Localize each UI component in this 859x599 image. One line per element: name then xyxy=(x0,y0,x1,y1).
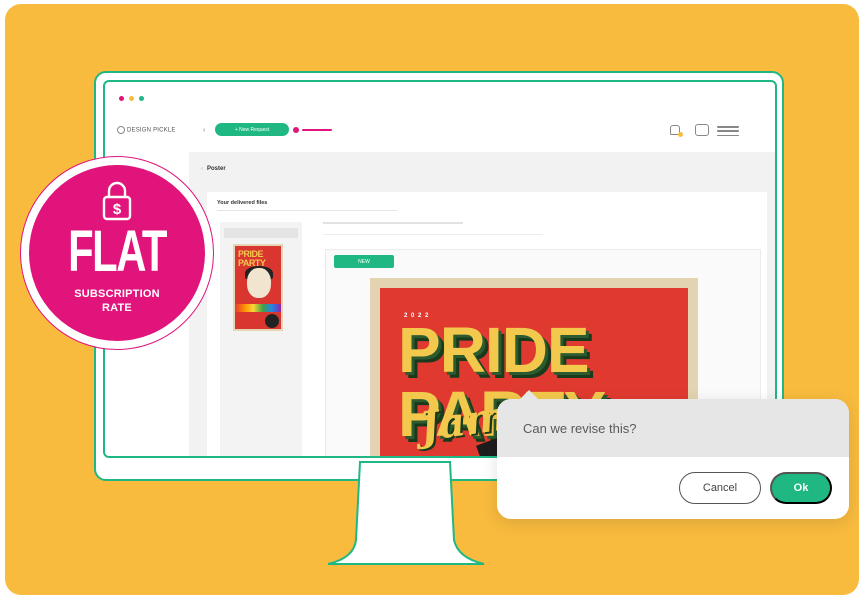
flat-rate-badge: $ FLAT SUBSCRIPTION RATE xyxy=(29,165,205,341)
divider xyxy=(217,210,397,211)
maximize-dot[interactable] xyxy=(139,96,144,101)
lock-dollar-icon: $ xyxy=(102,181,132,221)
badge-line-2: RATE xyxy=(102,302,132,314)
logo-icon xyxy=(117,126,125,134)
thumbnail-rainbow xyxy=(235,304,281,312)
ok-button[interactable]: Ok xyxy=(770,472,832,504)
status-indicator xyxy=(302,129,332,131)
svg-text:$: $ xyxy=(113,201,122,218)
thumbnail-badge xyxy=(265,314,279,328)
badge-line-1: SUBSCRIPTION xyxy=(74,288,160,300)
files-title: Your delivered files xyxy=(217,200,268,206)
logo-text: DESIGN PICKLE xyxy=(127,127,176,134)
notification-badge xyxy=(678,132,683,137)
detail-header-placeholder xyxy=(323,222,463,224)
dialog-message: Can we revise this? xyxy=(523,421,637,436)
app-topbar: DESIGN PICKLE ‹ + New Request xyxy=(105,118,775,150)
cancel-button[interactable]: Cancel xyxy=(679,472,761,504)
file-thumbnail[interactable]: PRIDE PARTY xyxy=(233,244,283,331)
badge-headline: FLAT xyxy=(68,219,167,284)
revision-dialog: Can we revise this? Cancel Ok xyxy=(497,390,849,519)
detail-subtitle-placeholder xyxy=(323,234,543,235)
thumbnail-list: PRIDE PARTY xyxy=(220,222,302,456)
new-tag: NEW xyxy=(334,255,394,268)
thumbnail-face xyxy=(247,268,271,298)
app-logo[interactable]: DESIGN PICKLE xyxy=(117,126,176,134)
menu-icon[interactable] xyxy=(717,126,739,136)
chevron-left-icon[interactable]: ‹ xyxy=(201,166,203,172)
chevron-left-icon[interactable]: ‹ xyxy=(203,127,205,134)
user-icon[interactable] xyxy=(695,124,709,136)
minimize-dot[interactable] xyxy=(129,96,134,101)
thumbnail-list-header xyxy=(224,228,298,238)
new-request-button[interactable]: + New Request xyxy=(215,123,289,136)
close-dot[interactable] xyxy=(119,96,124,101)
page-title-text: Poster xyxy=(207,166,226,172)
badge-subtext: SUBSCRIPTION RATE xyxy=(29,287,205,315)
window-controls xyxy=(119,96,144,101)
status-dot-icon xyxy=(293,127,299,133)
page-title: ‹ Poster xyxy=(201,166,226,172)
monitor-stand xyxy=(327,461,485,565)
